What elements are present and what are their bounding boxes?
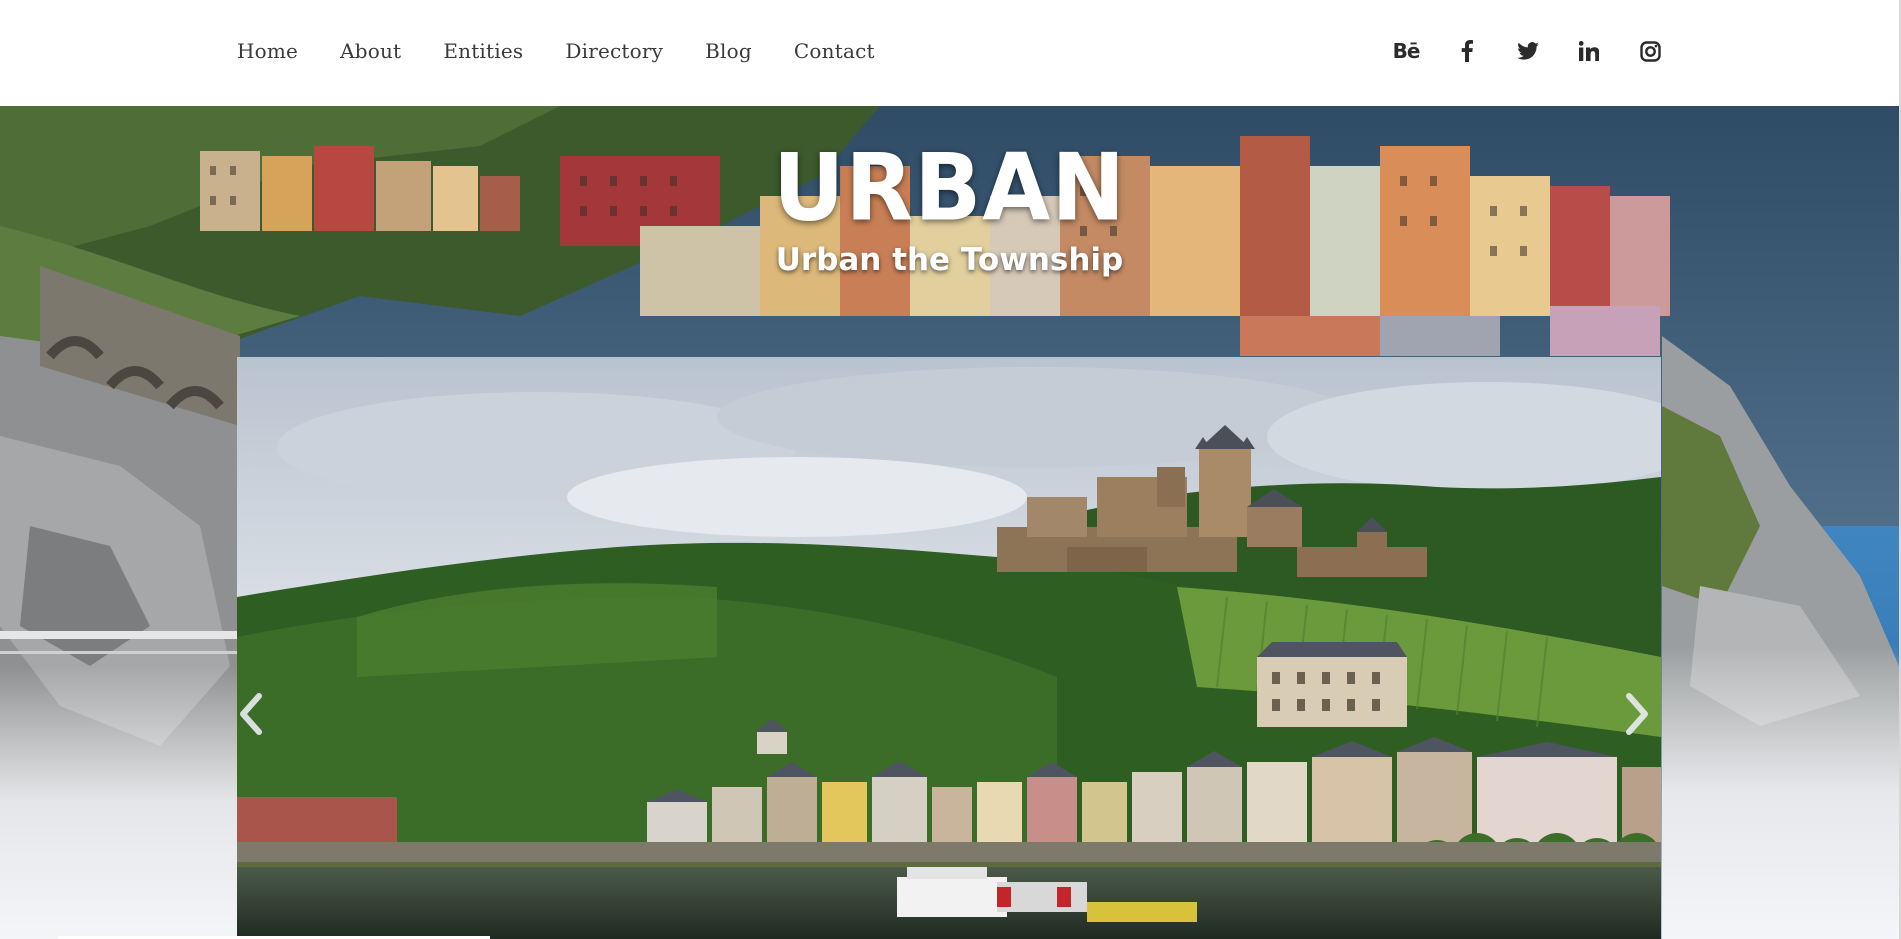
chevron-right-icon xyxy=(1626,693,1648,735)
facebook-icon[interactable] xyxy=(1452,36,1482,66)
instagram-icon[interactable] xyxy=(1635,36,1665,66)
main-nav: Home About Entities Directory Blog Conta… xyxy=(237,36,917,66)
nav-home-link[interactable]: Home xyxy=(237,36,298,66)
carousel-prev-button[interactable] xyxy=(237,692,277,752)
carousel-next-button[interactable] xyxy=(1621,692,1661,752)
nav-contact-link[interactable]: Contact xyxy=(794,36,875,66)
nav-about-link[interactable]: About xyxy=(340,36,401,66)
page: Home About Entities Directory Blog Conta… xyxy=(0,0,1901,939)
chevron-left-icon xyxy=(240,693,262,735)
twitter-icon[interactable] xyxy=(1513,36,1543,66)
nav-entities-link[interactable]: Entities xyxy=(443,36,523,66)
site-header: Home About Entities Directory Blog Conta… xyxy=(0,0,1901,106)
behance-icon[interactable]: Bē xyxy=(1391,36,1421,66)
site-title[interactable]: URBAN xyxy=(0,137,1899,239)
site-brand: URBAN Urban the Township xyxy=(0,137,1899,280)
behance-label: Bē xyxy=(1392,39,1421,63)
carousel-slide-image xyxy=(237,357,1661,939)
nav-blog-link[interactable]: Blog xyxy=(705,36,752,66)
nav-directory-link[interactable]: Directory xyxy=(565,36,663,66)
image-carousel xyxy=(237,357,1661,939)
linkedin-icon[interactable] xyxy=(1574,36,1604,66)
site-tagline: Urban the Township xyxy=(775,242,1124,278)
social-links: Bē xyxy=(1391,36,1696,66)
